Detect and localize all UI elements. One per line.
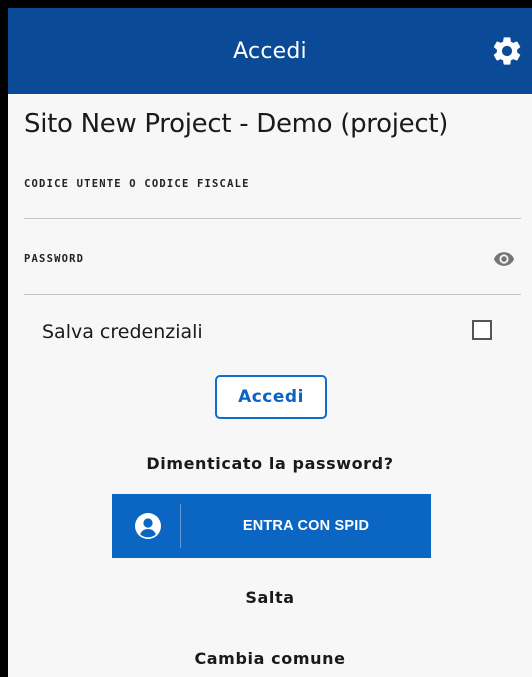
eye-icon[interactable]	[489, 248, 519, 270]
password-label: PASSWORD	[24, 253, 85, 265]
skip-link[interactable]: Salta	[8, 588, 532, 607]
user-icon	[135, 513, 161, 539]
password-field: PASSWORD	[24, 248, 521, 295]
login-button[interactable]: Accedi	[215, 375, 327, 419]
password-input[interactable]	[24, 268, 464, 290]
save-credentials-row: Salva credenziali	[42, 318, 492, 348]
user-code-input[interactable]	[24, 194, 521, 216]
user-code-field: CODICE UTENTE O CODICE FISCALE	[24, 178, 521, 219]
save-credentials-label: Salva credenziali	[42, 321, 203, 343]
app-bar-title: Accedi	[233, 38, 307, 64]
change-municipality-link[interactable]: Cambia comune	[8, 649, 532, 668]
user-code-label: CODICE UTENTE O CODICE FISCALE	[24, 178, 250, 190]
forgot-password-link[interactable]: Dimenticato la password?	[8, 454, 532, 473]
gear-icon[interactable]	[490, 34, 524, 68]
spid-login-button[interactable]: ENTRA CON SPID	[112, 494, 431, 558]
spid-button-label: ENTRA CON SPID	[242, 518, 370, 534]
app-bar: Accedi	[8, 8, 532, 94]
site-title: Sito New Project - Demo (project)	[24, 109, 449, 139]
save-credentials-checkbox[interactable]	[472, 320, 492, 340]
login-screen: Accedi Sito New Project - Demo (project)…	[8, 8, 532, 677]
